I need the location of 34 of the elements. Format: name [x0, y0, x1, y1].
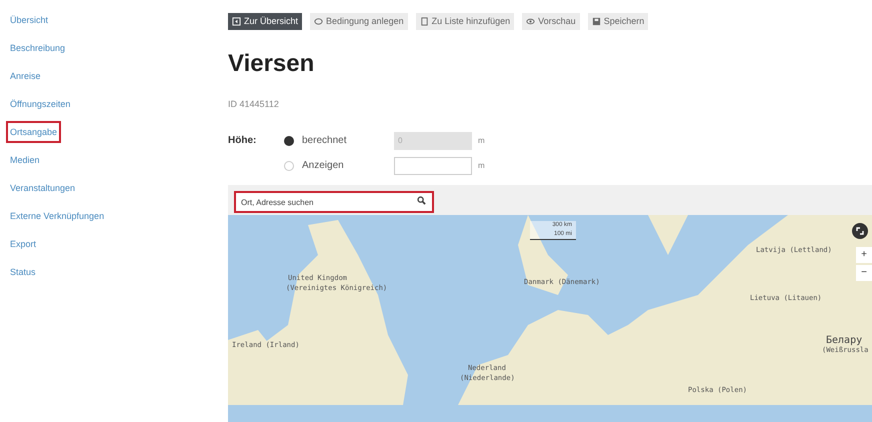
unit-label: m [478, 134, 485, 146]
toolbar-button[interactable]: Bedingung anlegen [310, 13, 408, 30]
search-field[interactable]: Ort, Adresse suchen [234, 191, 434, 213]
sidebar-item[interactable]: Status [6, 261, 40, 283]
sidebar-item[interactable]: Veranstaltungen [6, 177, 80, 199]
unit-label: m [478, 160, 485, 172]
speech-bubble-icon [314, 17, 324, 26]
sidebar-item[interactable]: Anreise [6, 65, 45, 87]
bookmark-icon [420, 17, 429, 26]
eye-icon [526, 17, 536, 26]
expand-icon [856, 226, 864, 234]
sidebar-item[interactable]: Öffnungszeiten [6, 93, 74, 115]
sidebar-item[interactable]: Ortsangabe [6, 121, 62, 143]
height-input[interactable] [394, 156, 472, 174]
sidebar-item[interactable]: Externe Verknüpfungen [6, 205, 108, 227]
back-square-icon [232, 17, 241, 26]
toolbar-button[interactable]: Zu Liste hinzufügen [416, 13, 514, 30]
radio-label: Anzeigen [302, 159, 345, 173]
radio-button[interactable] [284, 160, 294, 170]
sidebar-item[interactable]: Export [6, 233, 40, 255]
toolbar-button[interactable]: Speichern [588, 13, 648, 30]
sidebar-item[interactable]: Übersicht [6, 9, 52, 31]
toolbar-button[interactable]: Vorschau [522, 13, 580, 30]
toolbar-button[interactable]: Zur Übersicht [228, 13, 302, 30]
id-text: ID 41445112 [228, 98, 279, 111]
sidebar-item[interactable]: Medien [6, 149, 44, 171]
zoom-out-button[interactable]: − [856, 264, 872, 280]
radio-label: berechnet [302, 134, 348, 148]
page-title: Viersen [228, 52, 314, 76]
height-label: Höhe: [228, 134, 258, 148]
search-icon[interactable] [417, 196, 426, 204]
sidebar-item[interactable]: Beschreibung [6, 37, 70, 59]
map-label: Белару [826, 334, 862, 346]
zoom-in-button[interactable]: + [856, 246, 872, 262]
